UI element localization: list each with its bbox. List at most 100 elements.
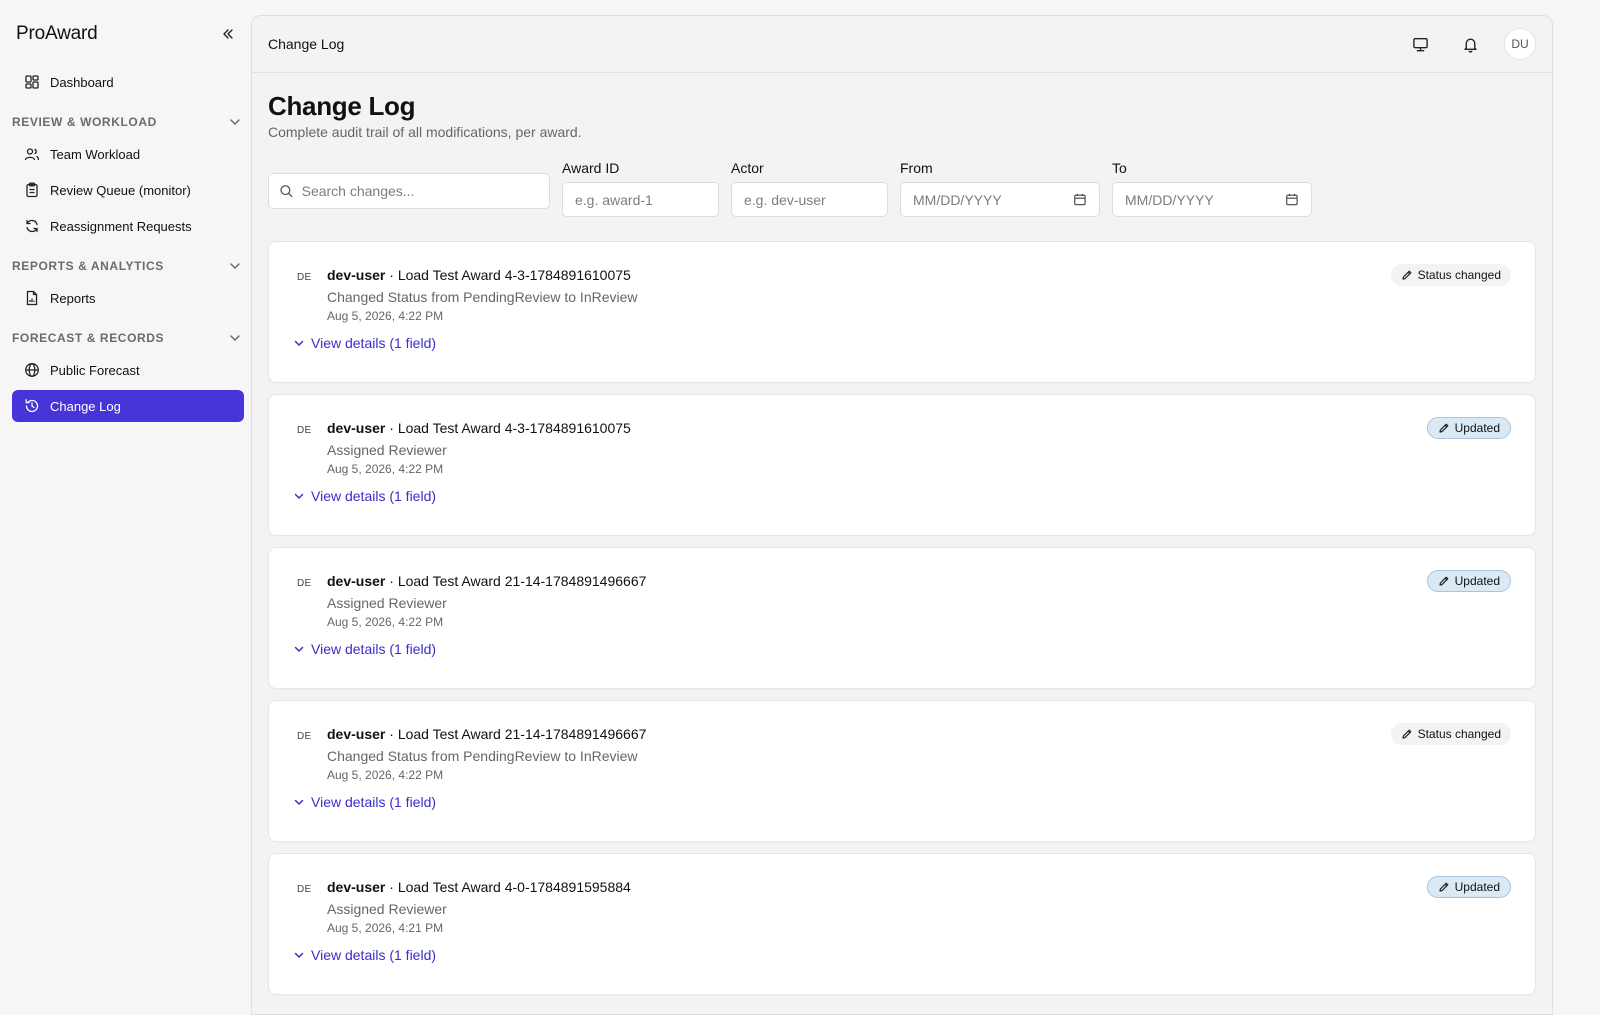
view-details-label: View details (1 field) <box>311 794 437 810</box>
from-box <box>900 182 1100 217</box>
change-log-entry: DE dev-user · Load Test Award 4-0-178489… <box>268 853 1536 995</box>
view-details-label: View details (1 field) <box>311 641 437 657</box>
from-date-input[interactable] <box>913 191 1074 208</box>
dashboard-icon <box>25 75 39 89</box>
main-panel: Change Log DU Change Log Complete audit … <box>251 15 1553 1015</box>
actor-initials: DE <box>297 578 312 589</box>
topbar: Change Log DU <box>252 16 1552 73</box>
sidebar-item-reassignment-requests[interactable]: Reassignment Requests <box>12 210 244 242</box>
section-reports-analytics[interactable]: REPORTS & ANALYTICS <box>12 256 244 276</box>
section-title: REPORTS & ANALYTICS <box>12 259 164 273</box>
view-details-label: View details (1 field) <box>311 488 437 504</box>
award-id-label: Award ID <box>562 160 620 176</box>
filter-bar: Award ID Actor From <box>268 160 1536 217</box>
entry-title: dev-user · Load Test Award 21-14-1784891… <box>327 573 647 589</box>
actor-input[interactable] <box>744 191 875 208</box>
calendar-icon[interactable] <box>1285 192 1299 207</box>
entry-title: dev-user · Load Test Award 21-14-1784891… <box>327 726 647 742</box>
globe-icon <box>25 363 39 377</box>
avatar[interactable]: DU <box>1504 28 1536 60</box>
entry-title: dev-user · Load Test Award 4-0-178489159… <box>327 879 631 895</box>
pencil-icon <box>1439 423 1449 433</box>
app-logo: ProAward <box>16 23 98 44</box>
sidebar-item-change-log[interactable]: Change Log <box>12 390 244 422</box>
pencil-icon <box>1401 729 1411 739</box>
search-box[interactable] <box>268 173 550 209</box>
page-title: Change Log <box>268 91 416 121</box>
change-type-badge: Status changed <box>1390 723 1511 745</box>
sidebar-item-label: Change Log <box>50 398 121 414</box>
view-details-button[interactable]: View details (1 field) <box>293 335 436 351</box>
award-name: Load Test Award 21-14-1784891496667 <box>397 573 647 589</box>
actor-name: dev-user <box>327 879 386 895</box>
change-type-badge: Updated <box>1426 417 1511 439</box>
section-title: FORECAST & RECORDS <box>12 331 165 345</box>
actor-name: dev-user <box>327 420 386 436</box>
content: Change Log Complete audit trail of all m… <box>252 73 1552 995</box>
section-forecast-records[interactable]: FORECAST & RECORDS <box>12 328 244 348</box>
award-name: Load Test Award 21-14-1784891496667 <box>397 726 647 742</box>
award-id-input[interactable] <box>575 191 706 208</box>
search-input[interactable] <box>301 183 539 199</box>
entry-timestamp: Aug 5, 2026, 4:22 PM <box>327 768 444 782</box>
award-id-filter: Award ID <box>562 160 719 217</box>
badge-label: Updated <box>1454 880 1500 894</box>
users-icon <box>24 148 40 161</box>
to-date-filter: To <box>1112 160 1312 217</box>
sidebar-item-label: Reassignment Requests <box>50 218 192 234</box>
badge-label: Status changed <box>1417 268 1501 282</box>
collapse-sidebar-icon[interactable] <box>216 22 240 46</box>
sidebar-item-dashboard[interactable]: Dashboard <box>12 66 244 98</box>
view-details-button[interactable]: View details (1 field) <box>293 488 436 504</box>
entry-description: Assigned Reviewer <box>327 595 447 611</box>
award-name: Load Test Award 4-3-1784891610075 <box>397 267 631 283</box>
chevron-down-icon <box>294 799 304 806</box>
calendar-icon[interactable] <box>1073 192 1087 207</box>
change-log-entry: DE dev-user · Load Test Award 4-3-178489… <box>268 394 1536 536</box>
entry-description: Changed Status from PendingReview to InR… <box>327 289 638 305</box>
to-box <box>1112 182 1312 217</box>
sidebar-item-label: Review Queue (monitor) <box>50 182 191 198</box>
actor-box <box>731 182 888 217</box>
to-date-input[interactable] <box>1125 191 1286 208</box>
sidebar-item-team-workload[interactable]: Team Workload <box>12 138 244 170</box>
entry-description: Assigned Reviewer <box>327 901 447 917</box>
entry-description: Changed Status from PendingReview to InR… <box>327 748 638 764</box>
actor-name: dev-user <box>327 573 386 589</box>
view-details-label: View details (1 field) <box>311 947 437 963</box>
sidebar-item-reports[interactable]: Reports <box>12 282 244 314</box>
sidebar-item-public-forecast[interactable]: Public Forecast <box>12 354 244 386</box>
change-type-badge: Updated <box>1426 876 1511 898</box>
chevron-down-icon <box>294 340 304 347</box>
actor-filter: Actor <box>731 160 888 217</box>
change-log-entry: DE dev-user · Load Test Award 21-14-1784… <box>268 700 1536 842</box>
entry-timestamp: Aug 5, 2026, 4:22 PM <box>327 462 444 476</box>
topbar-title: Change Log <box>268 36 345 52</box>
view-details-button[interactable]: View details (1 field) <box>293 947 436 963</box>
view-details-button[interactable]: View details (1 field) <box>293 641 436 657</box>
bell-icon[interactable] <box>1454 28 1486 60</box>
history-icon <box>25 399 39 413</box>
chevron-down-icon <box>294 952 304 959</box>
view-details-button[interactable]: View details (1 field) <box>293 794 436 810</box>
report-file-icon <box>26 290 38 306</box>
badge-label: Updated <box>1454 574 1500 588</box>
actor-initials: DE <box>297 272 312 283</box>
chevron-down-icon <box>230 263 240 269</box>
page-subtitle: Complete audit trail of all modification… <box>268 124 582 140</box>
section-review-workload[interactable]: REVIEW & WORKLOAD <box>12 112 244 132</box>
sidebar-item-label: Team Workload <box>50 146 141 162</box>
sidebar-item-review-queue[interactable]: Review Queue (monitor) <box>12 174 244 206</box>
actor-initials: DE <box>297 731 312 742</box>
view-details-label: View details (1 field) <box>311 335 437 351</box>
chevron-down-icon <box>294 646 304 653</box>
change-log-list: DE dev-user · Load Test Award 4-3-178489… <box>268 241 1536 995</box>
sidebar-item-label: Dashboard <box>50 74 114 90</box>
change-type-badge: Status changed <box>1390 264 1511 286</box>
monitor-icon[interactable] <box>1404 28 1436 60</box>
change-type-badge: Updated <box>1426 570 1511 592</box>
entry-timestamp: Aug 5, 2026, 4:21 PM <box>327 921 444 935</box>
entry-timestamp: Aug 5, 2026, 4:22 PM <box>327 309 444 323</box>
refresh-icon <box>26 219 38 233</box>
brand-row: ProAward <box>12 16 244 52</box>
